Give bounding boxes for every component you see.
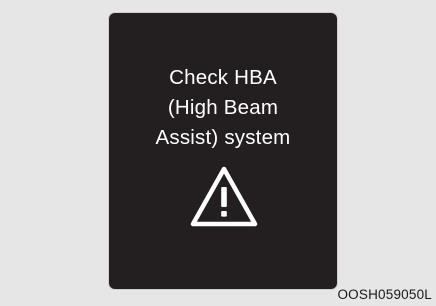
- figure-frame: Check HBA (High Beam Assist) system OOSH…: [0, 0, 436, 306]
- message-line-3: Assist) system: [155, 126, 291, 149]
- warning-message: Check HBA (High Beam Assist) system: [109, 63, 337, 153]
- warning-triangle-icon: [190, 166, 258, 227]
- message-line-2: (High Beam: [167, 96, 279, 119]
- figure-code: OOSH059050L: [337, 287, 432, 302]
- cluster-display: Check HBA (High Beam Assist) system: [109, 13, 337, 289]
- message-line-1: Check HBA: [169, 66, 277, 89]
